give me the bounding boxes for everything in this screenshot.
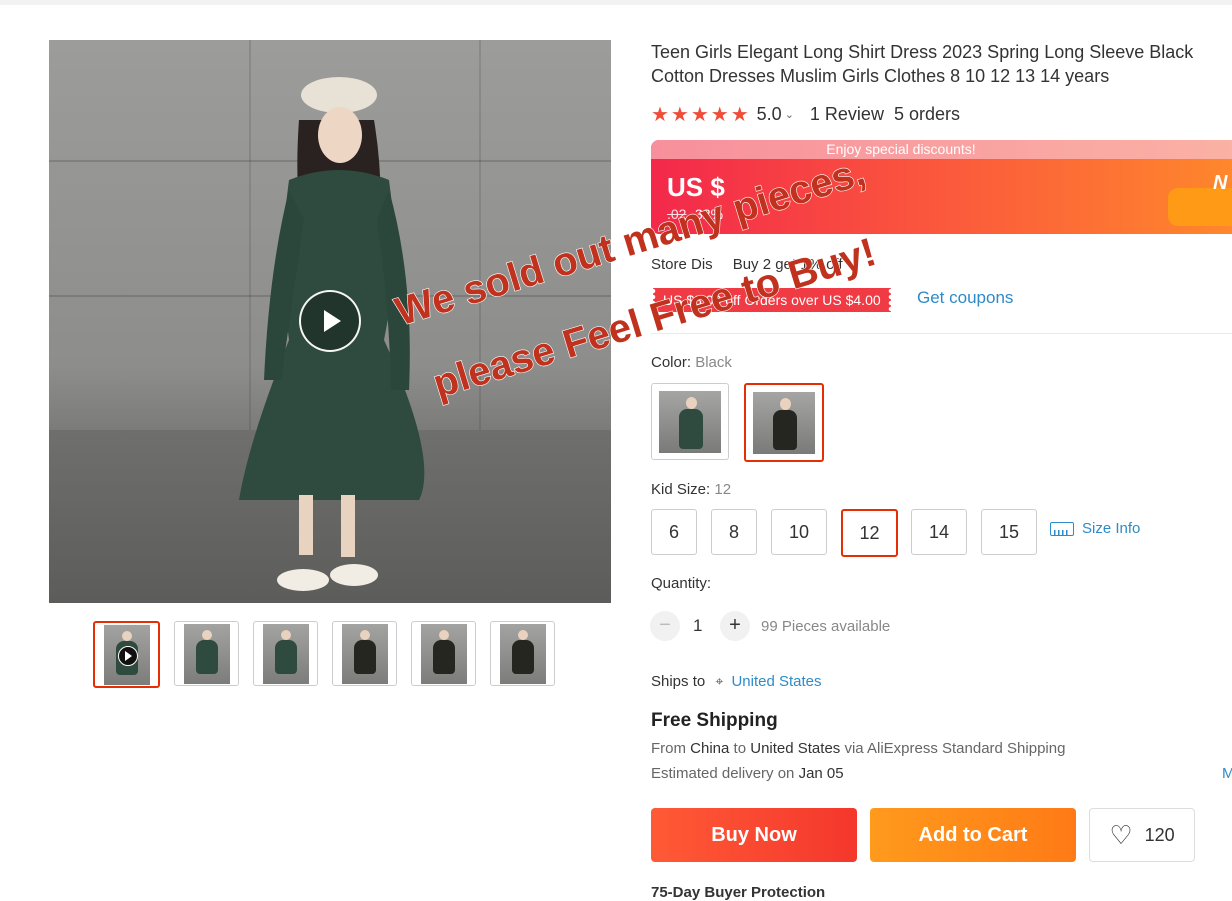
rating-score[interactable]: 5.0	[757, 104, 782, 125]
main-product-image[interactable]	[49, 40, 611, 603]
buy-now-button[interactable]: Buy Now	[651, 808, 857, 862]
shipping-to: United States	[750, 740, 841, 757]
shipping-from: China	[690, 740, 730, 757]
star-rating-icon: ★★★★★	[651, 104, 751, 126]
size-option[interactable]: 8	[711, 509, 757, 555]
size-option[interactable]: 6	[651, 509, 697, 555]
shipping-method: via AliExpress Standard Shipping	[844, 740, 1066, 757]
estimated-delivery-date: Jan 05	[798, 765, 844, 782]
wishlist-count: 120	[1144, 824, 1175, 845]
thumbnail[interactable]	[490, 621, 555, 686]
quantity-value[interactable]: 1	[693, 616, 702, 636]
color-selected-value: Black	[695, 354, 732, 371]
original-price-value: .02	[667, 206, 687, 222]
store-discount[interactable]: Store Dis Buy 2 get 1% off ⌄	[651, 256, 856, 273]
original-price: .02 -32%	[667, 206, 723, 222]
ships-to-label: Ships to	[651, 673, 706, 690]
color-label-text: Color:	[651, 354, 692, 371]
size-info-text: Size Info	[1082, 520, 1141, 537]
add-to-cart-button[interactable]: Add to Cart	[870, 808, 1076, 862]
thumbnail[interactable]	[332, 621, 397, 686]
color-label: Color: Black	[651, 354, 732, 371]
chevron-down-icon[interactable]: ⌄	[785, 108, 794, 121]
quantity-label: Quantity:	[651, 575, 712, 592]
size-selected-value: 12	[714, 481, 732, 498]
wishlist-button[interactable]: ♡ 120	[1089, 808, 1195, 862]
shipping-from-label: From	[651, 740, 686, 757]
play-video-button[interactable]	[299, 290, 361, 352]
location-pin-icon: ⌖	[715, 673, 724, 689]
orders-count: 5 orders	[893, 104, 960, 124]
rating-row: ★★★★★ 5.0 ⌄ 1 Review 5 orders	[651, 102, 960, 127]
get-coupons-link[interactable]: Get coupons	[917, 288, 1013, 308]
size-label: Kid Size: 12	[651, 481, 731, 498]
thumbnail[interactable]	[411, 621, 476, 686]
quantity-increase-button[interactable]: +	[720, 611, 750, 641]
estimated-delivery-label: Estimated delivery on	[651, 765, 795, 782]
sale-price: US $	[667, 172, 725, 202]
store-discount-label: Store Dis	[651, 256, 713, 273]
size-option[interactable]: 10	[771, 509, 827, 555]
thumbnail[interactable]	[174, 621, 239, 686]
thumbnail[interactable]	[253, 621, 318, 686]
top-bar	[0, 0, 1232, 5]
ships-to-row: Ships to ⌖ United States	[651, 673, 822, 690]
heart-icon: ♡	[1109, 819, 1133, 850]
shipping-to-label: to	[733, 740, 747, 757]
size-option[interactable]: 14	[911, 509, 967, 555]
quantity-available: 99 Pieces available	[761, 618, 891, 635]
more-options-link[interactable]: M	[1222, 765, 1232, 782]
store-discount-text: Buy 2 get 1% off	[732, 256, 843, 273]
estimated-delivery: Estimated delivery on Jan 05	[651, 765, 844, 782]
size-option[interactable]: 12	[841, 509, 898, 557]
promo-banner-text: Enjoy special discounts!	[651, 140, 1232, 159]
quantity-decrease-button[interactable]: −	[650, 611, 680, 641]
thumbnail[interactable]	[93, 621, 160, 688]
promo-right-label: N	[1213, 172, 1228, 194]
buyer-protection: 75-Day Buyer Protection	[651, 884, 826, 901]
reviews-link[interactable]: 1 Review	[810, 104, 884, 125]
coupon-badge: US $3.00 off Orders over US $4.00	[653, 288, 891, 312]
shipping-route: From China to United States via AliExpre…	[651, 740, 1065, 757]
ruler-icon	[1050, 521, 1074, 536]
discount-percent: -32%	[690, 206, 724, 222]
divider	[651, 333, 1232, 334]
thumbnail-strip	[93, 621, 555, 688]
color-swatch-black[interactable]	[744, 383, 824, 462]
free-shipping-title: Free Shipping	[651, 710, 778, 731]
ships-to-destination[interactable]: United States	[731, 673, 821, 690]
size-label-text: Kid Size:	[651, 481, 711, 498]
size-info-link[interactable]: Size Info	[1050, 520, 1140, 537]
size-option[interactable]: 15	[981, 509, 1037, 555]
play-icon	[117, 645, 138, 666]
promo-banner: Enjoy special discounts! US $ .02 -32% N	[651, 140, 1232, 234]
chevron-down-icon: ⌄	[846, 260, 856, 272]
product-title: Teen Girls Elegant Long Shirt Dress 2023…	[651, 42, 1194, 86]
color-swatch-green[interactable]	[651, 383, 729, 460]
